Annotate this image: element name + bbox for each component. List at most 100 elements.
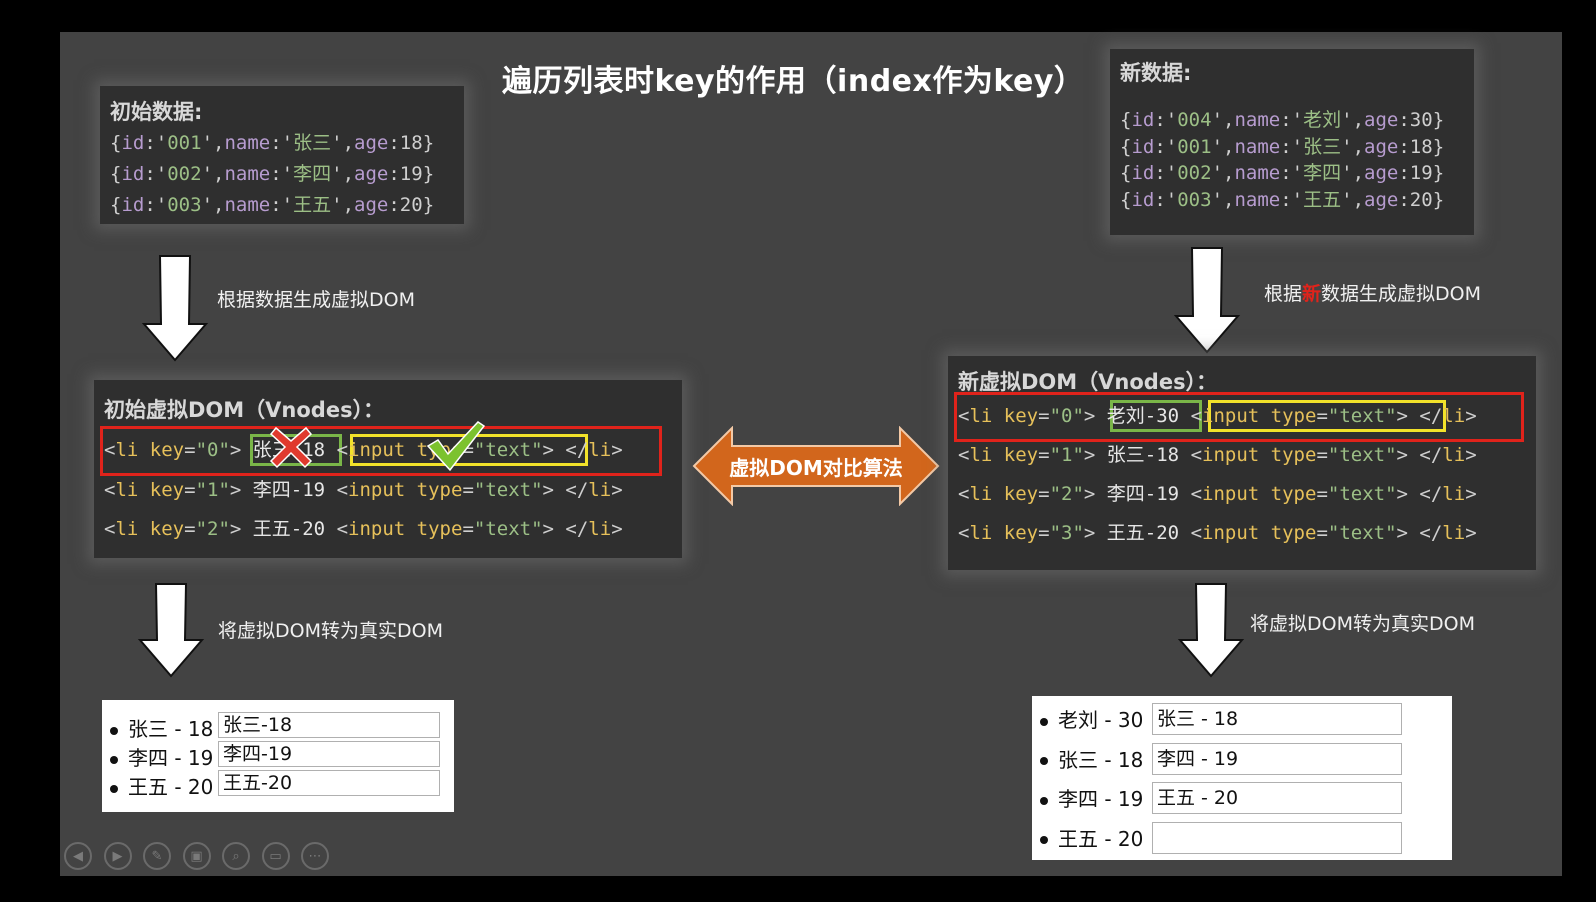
item-label: 张三 - 18 [1058, 747, 1144, 772]
li-tag: li [1442, 522, 1466, 544]
input-tag: input [348, 478, 406, 501]
slide: 遍历列表时key的作用（index作为key） 初始数据: {id:'001',… [60, 32, 1562, 876]
name-key: name [1234, 109, 1281, 131]
li-tag: li [588, 478, 612, 501]
bracket: < [325, 439, 349, 461]
bracket: > [611, 478, 623, 501]
name-value: 李四 [293, 163, 332, 185]
punct: :' [270, 163, 294, 185]
eq: = [1316, 483, 1328, 505]
next-icon[interactable]: ▶ [103, 842, 132, 870]
punct: ', [331, 163, 355, 185]
type-value: "text" [473, 518, 543, 540]
input-tag: input [348, 439, 406, 461]
down-arrow-icon [1177, 583, 1245, 678]
new-vdom-rows: <li key="0"> 老刘-30 <input type="text"> <… [958, 401, 1477, 557]
punct: ', [201, 132, 225, 154]
key-value: "1" [195, 478, 230, 501]
age-value: 19 [1409, 162, 1433, 184]
vnode-text: 李四-19 [1106, 483, 1180, 505]
li-tag: li [969, 405, 993, 427]
slide-title: 遍历列表时key的作用（index作为key） [502, 64, 1085, 99]
brace: } [1432, 162, 1445, 184]
li-tag: li [115, 439, 139, 461]
new-vdom-panel: 新虚拟DOM（Vnodes）： <li key="0"> 老刘-30 <inpu… [948, 356, 1536, 570]
text-input[interactable]: 李四 - 19 [1152, 742, 1402, 775]
bracket: < [325, 518, 349, 540]
brace: { [1120, 188, 1132, 211]
subtitles-icon[interactable]: ▭ [261, 842, 290, 870]
vnode-row: <li key="3"> 王五-20 <input type="text"> <… [958, 518, 1477, 557]
sp [138, 479, 149, 501]
id-key: id [121, 132, 145, 154]
punct: : [1398, 188, 1410, 211]
down-arrow-icon [1173, 247, 1241, 354]
bullet-icon [110, 726, 118, 735]
punct: :' [1280, 162, 1304, 184]
brace: { [110, 194, 122, 216]
bracket: > [1465, 522, 1477, 544]
sp [138, 439, 149, 461]
sp [1259, 483, 1270, 505]
text-input[interactable] [1152, 821, 1402, 854]
data-object-row: {id:'002',name:'李四',age:19} [110, 159, 434, 190]
punct: :' [1280, 135, 1304, 158]
data-object-row: {id:'001',name:'张三',age:18} [1120, 134, 1444, 161]
key-value: "2" [195, 518, 230, 540]
data-object-row: {id:'001',name:'张三',age:18} [110, 128, 434, 159]
brace: } [1432, 109, 1445, 131]
name-key: name [224, 163, 271, 185]
eq: = [1316, 522, 1328, 544]
previous-icon[interactable]: ◀ [64, 842, 92, 870]
data-object-row: {id:'003',name:'王五',age:20} [1120, 187, 1444, 214]
punct: : [388, 163, 400, 185]
li-tag: li [588, 439, 612, 461]
li-tag: li [115, 518, 139, 540]
age-key: age [354, 163, 389, 185]
pen-icon[interactable]: ✎ [143, 842, 171, 870]
text-input[interactable]: 李四-19 [218, 741, 440, 767]
name-value: 王五 [293, 194, 332, 216]
type-attr: type [416, 518, 463, 540]
text-input[interactable]: 张三-18 [218, 712, 440, 738]
list-item: 李四 - 19 [1040, 783, 1143, 812]
more-icon[interactable]: ⋯ [301, 842, 329, 870]
generate-new-vdom-label: 根据新数据生成虚拟DOM [1264, 279, 1481, 306]
bullet-icon [1040, 796, 1048, 805]
punct: : [388, 132, 400, 154]
eq: = [184, 439, 196, 461]
type-value: "text" [473, 478, 543, 501]
text-input[interactable]: 王五-20 [218, 770, 440, 796]
punct: ', [201, 163, 225, 185]
eq: = [1038, 522, 1050, 544]
vnode-text: 李四-19 [252, 478, 326, 501]
type-value: "text" [1327, 522, 1397, 544]
bracket: > [1083, 444, 1107, 466]
zoom-icon[interactable]: ⌕ [222, 842, 250, 870]
li-tag: li [969, 444, 993, 466]
punct: ', [1341, 135, 1365, 158]
punct: ', [1341, 162, 1365, 184]
punct: :' [144, 163, 168, 185]
bracket: < [958, 405, 970, 427]
age-value: 19 [399, 163, 423, 185]
bracket: > [1465, 483, 1477, 505]
bracket: < [958, 444, 970, 466]
key-value: "0" [195, 439, 230, 461]
age-key: age [1364, 135, 1399, 158]
sp [1259, 444, 1270, 466]
bracket: > [229, 518, 253, 540]
brace: } [422, 163, 435, 185]
eq: = [462, 518, 474, 540]
slides-overview-icon[interactable]: ▣ [182, 842, 211, 870]
punct: ', [1211, 188, 1235, 211]
name-value: 王五 [1303, 188, 1342, 211]
punct: :' [270, 132, 294, 154]
name-key: name [1234, 135, 1281, 158]
text-input[interactable]: 王五 - 20 [1152, 782, 1402, 814]
li-tag: li [588, 518, 612, 540]
brace: { [1120, 135, 1132, 158]
input-tag: input [1202, 405, 1260, 427]
text-input[interactable]: 张三 - 18 [1152, 703, 1402, 735]
sp [992, 522, 1003, 544]
